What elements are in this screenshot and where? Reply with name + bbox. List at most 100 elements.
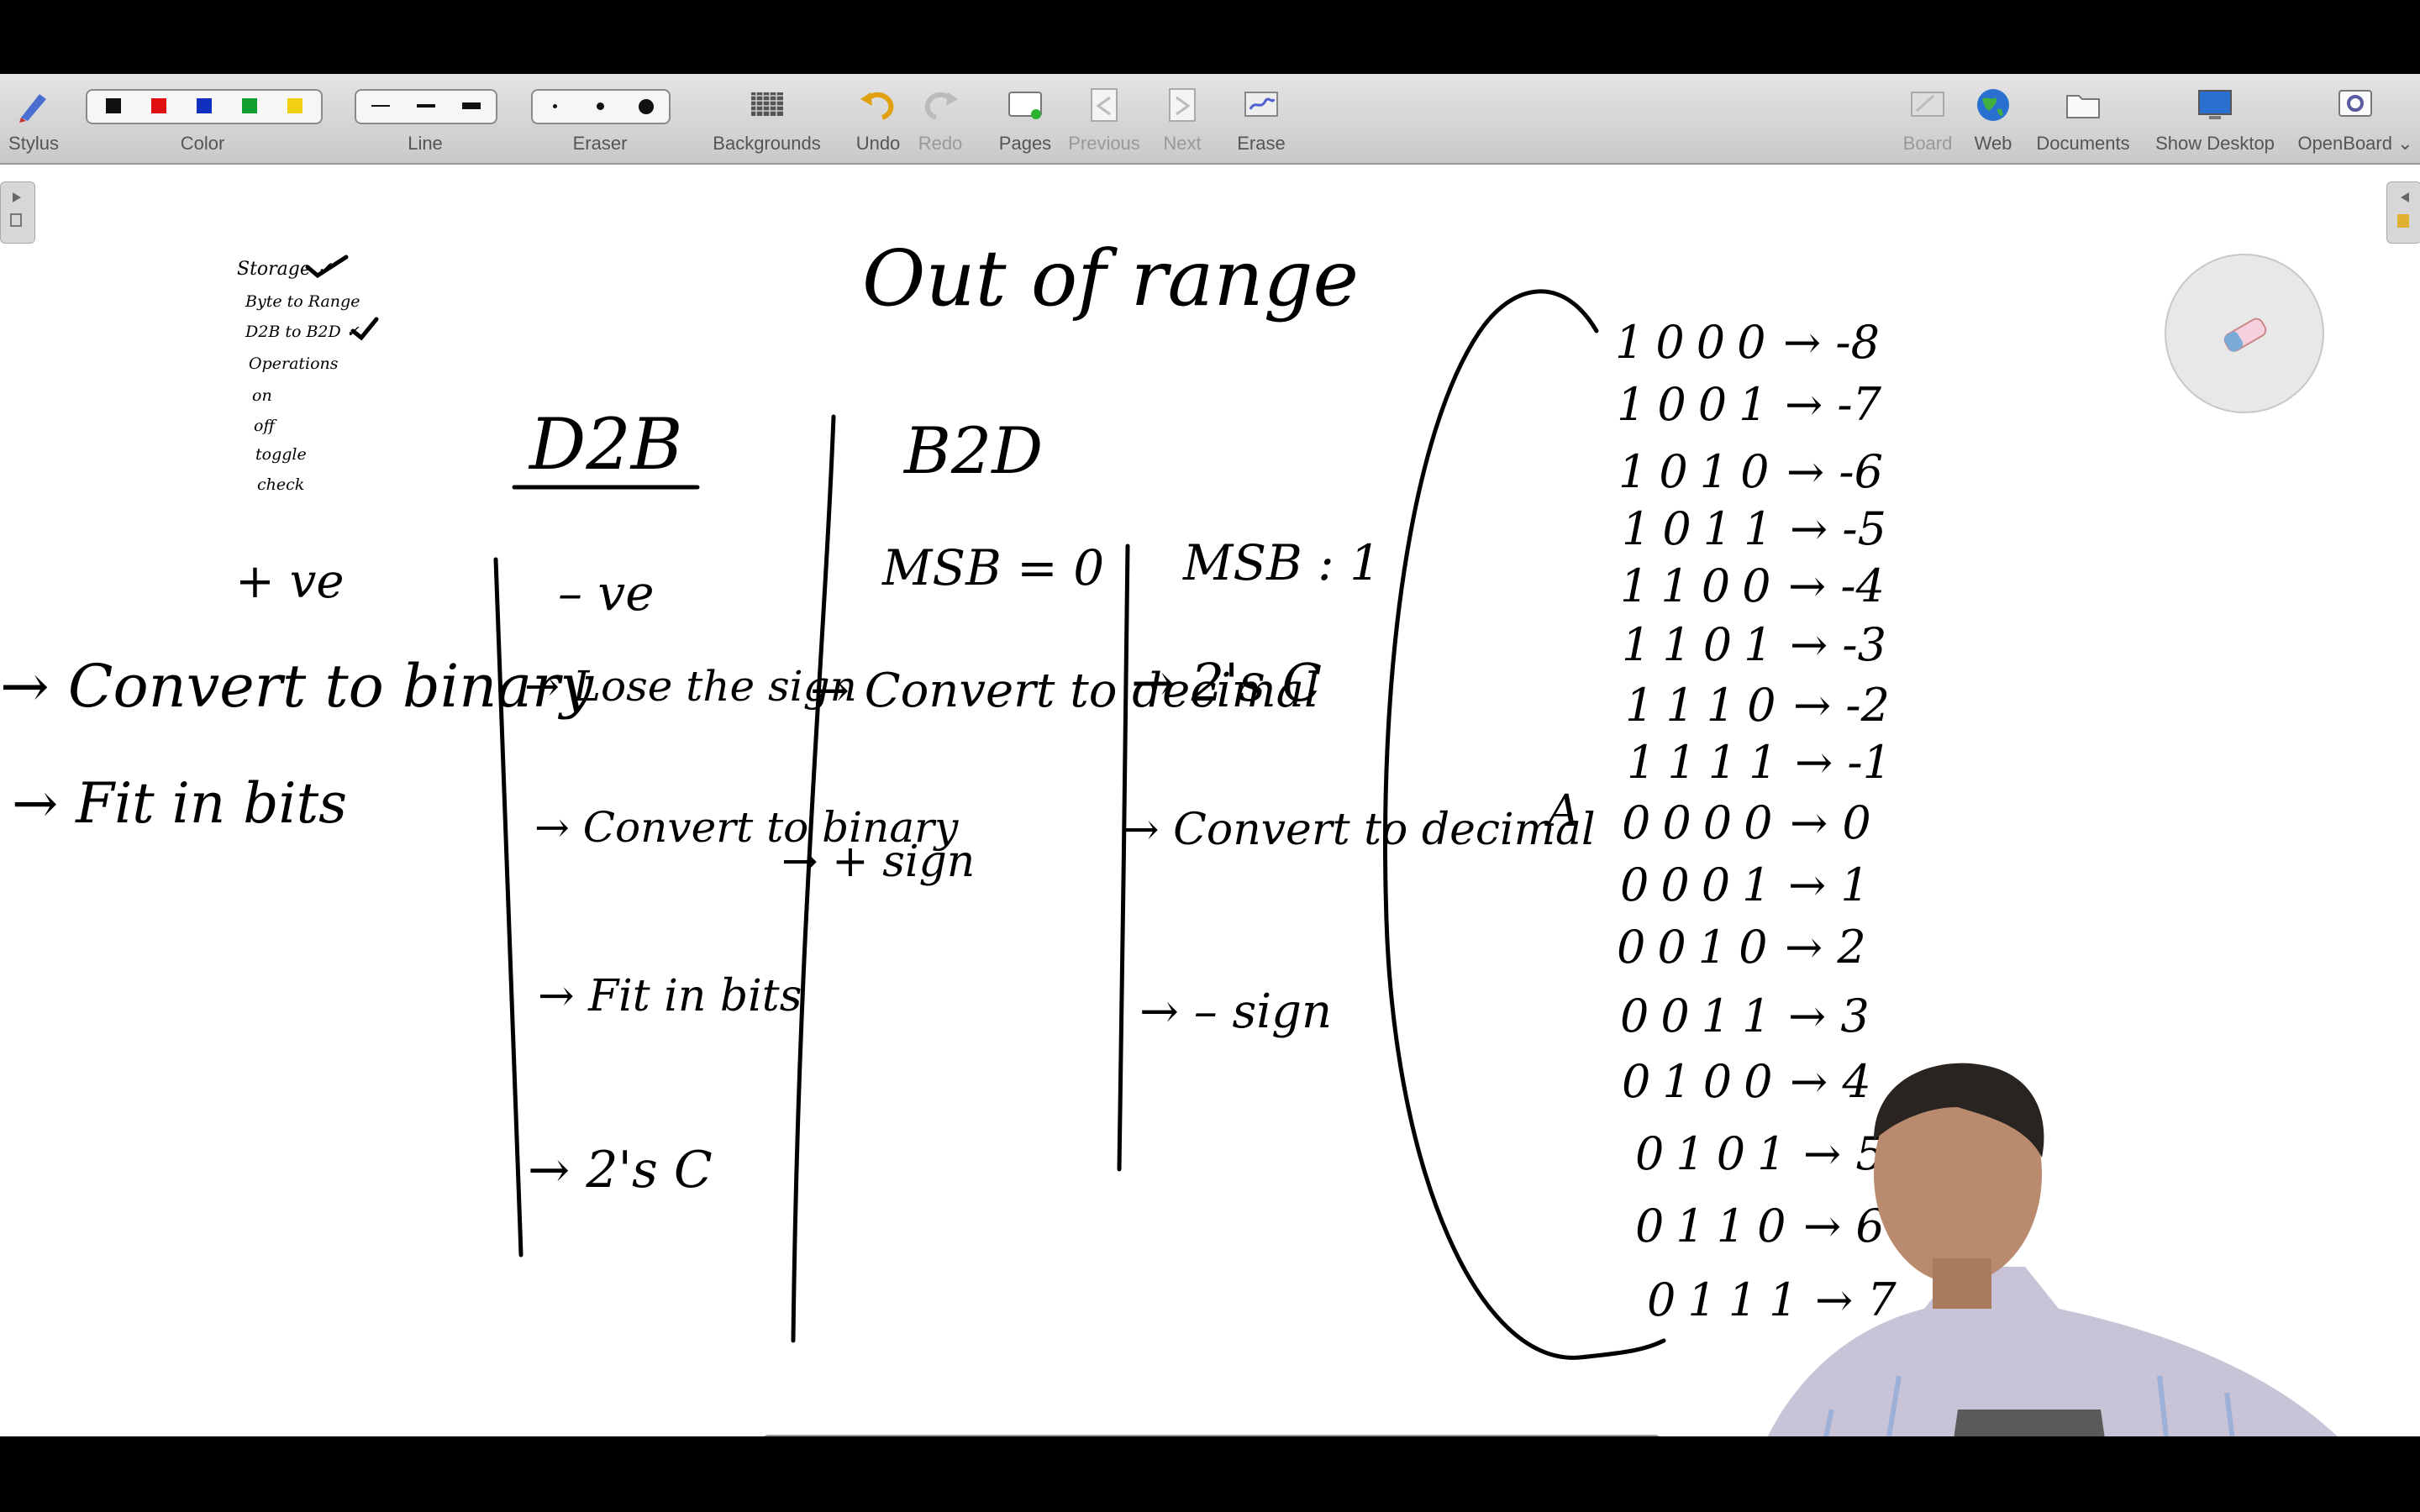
- heading-b2d: B2D: [904, 413, 1044, 488]
- range-table-bits: 1000: [1615, 316, 1778, 369]
- backgrounds-icon: [750, 92, 783, 116]
- line-label: Line: [408, 133, 443, 154]
- note-d2b-b2d: D2B to B2D ✓: [245, 323, 360, 341]
- range-table-value: → -8: [1783, 316, 1881, 369]
- eraser-large-option[interactable]: [639, 99, 654, 114]
- range-table-bits: 0011: [1620, 990, 1783, 1042]
- pages-button[interactable]: Pages: [992, 74, 1059, 163]
- whiteboard-canvas[interactable]: Storage ✓ Byte to Range D2B to B2D ✓ Ope…: [0, 165, 2420, 1436]
- range-table-bits: 1001: [1617, 378, 1780, 431]
- pages-label: Pages: [998, 133, 1052, 154]
- color-yellow-swatch[interactable]: [287, 98, 302, 113]
- note-operations: Operations: [249, 354, 339, 373]
- range-table-value: → -2: [1793, 679, 1891, 732]
- range-table-bits: 1010: [1618, 445, 1781, 498]
- color-green-swatch[interactable]: [242, 98, 257, 113]
- board-button[interactable]: Board: [1894, 74, 1961, 163]
- web-label: Web: [1974, 133, 2012, 154]
- range-table-bits: 0001: [1620, 858, 1783, 911]
- color-blue-swatch[interactable]: [197, 98, 212, 113]
- redo-button[interactable]: Redo: [913, 74, 968, 163]
- msb-one-heading: MSB : 1: [1183, 534, 1381, 591]
- msb-one-step-1: → 2's C: [1131, 652, 1323, 713]
- note-toggle: toggle: [255, 445, 307, 464]
- color-label: Color: [180, 133, 225, 154]
- note-byte-range: Byte to Range: [245, 292, 360, 311]
- main-toolbar: Stylus Color Line Eraser Backgrounds Und…: [0, 74, 2420, 165]
- openboard-menu-label: OpenBoard ⌄: [2297, 133, 2413, 154]
- next-label: Next: [1163, 133, 1202, 154]
- positive-step-1: → Convert to binary: [0, 652, 594, 721]
- eraser-small-option[interactable]: [553, 104, 557, 108]
- heading-d2b: D2B: [529, 403, 683, 486]
- range-table-value: → 3: [1788, 990, 1870, 1042]
- msb-column-divider: [1117, 543, 1130, 1172]
- openboard-menu-button[interactable]: OpenBoard ⌄: [2291, 74, 2420, 163]
- line-thick-option[interactable]: [462, 102, 481, 109]
- range-table-bits: 0010: [1617, 921, 1780, 974]
- note-off: off: [254, 417, 275, 435]
- msb-zero-heading: MSB = 0: [882, 539, 1105, 596]
- backgrounds-button[interactable]: Backgrounds: [706, 74, 828, 163]
- range-table-bits: 1110: [1625, 679, 1788, 732]
- msb-zero-step-2: → + sign: [781, 837, 976, 887]
- negative-step-3: → Fit in bits: [538, 971, 802, 1021]
- redo-label: Redo: [918, 133, 963, 154]
- documents-label: Documents: [2036, 133, 2130, 154]
- eraser-label: Eraser: [572, 133, 628, 154]
- pages-icon: [1008, 92, 1042, 119]
- webcam-overlay: [1767, 1063, 2338, 1436]
- show-desktop-button[interactable]: Show Desktop: [2146, 74, 2284, 163]
- previous-button[interactable]: Previous: [1064, 74, 1144, 163]
- stylus-button[interactable]: Stylus: [0, 74, 67, 163]
- documents-button[interactable]: Documents: [2028, 74, 2138, 163]
- msb-one-step-2: → Convert to decimal: [1123, 805, 1596, 855]
- line-thin-option[interactable]: [371, 105, 390, 107]
- eraser-medium-option[interactable]: [597, 102, 604, 110]
- range-table-bits: 1100: [1620, 559, 1783, 612]
- note-on: on: [252, 386, 272, 405]
- web-button[interactable]: Web: [1966, 74, 2020, 163]
- range-table-value: → -5: [1790, 502, 1887, 555]
- line-width-picker: [355, 89, 497, 124]
- desktop-icon: [2198, 90, 2232, 119]
- color-group: Color: [81, 74, 324, 163]
- range-table-value: → -4: [1788, 559, 1886, 612]
- board-icon: [1911, 92, 1944, 117]
- note-storage: Storage ✓: [237, 259, 333, 280]
- color-black-swatch[interactable]: [106, 98, 121, 113]
- line-group: Line: [351, 74, 499, 163]
- color-palette: [86, 89, 323, 124]
- undo-button[interactable]: Undo: [849, 74, 908, 163]
- range-table-value: → -7: [1785, 378, 1882, 431]
- range-table-value: → -6: [1786, 445, 1884, 498]
- stylus-label: Stylus: [8, 133, 59, 154]
- undo-icon: [860, 92, 894, 120]
- undo-label: Undo: [855, 133, 901, 154]
- erase-board-icon: [1244, 92, 1278, 117]
- eraser-group: Eraser: [528, 74, 672, 163]
- openboard-window: Stylus Color Line Eraser Backgrounds Und…: [0, 74, 2420, 1436]
- star-marker: A: [1548, 786, 1580, 837]
- positive-step-2: → Fit in bits: [12, 771, 348, 836]
- range-table-value: → 1: [1788, 858, 1870, 911]
- range-table-value: → -3: [1790, 618, 1887, 671]
- line-medium-option[interactable]: [417, 104, 435, 108]
- board-label: Board: [1902, 133, 1953, 154]
- erase-button[interactable]: Erase: [1232, 74, 1291, 163]
- folder-icon: [2066, 95, 2100, 118]
- msb-one-step-3: → – sign: [1139, 984, 1333, 1039]
- color-red-swatch[interactable]: [151, 98, 166, 113]
- floating-tool-palette: AI: [760, 1435, 1663, 1436]
- eraser-icon: [2223, 318, 2267, 352]
- next-button[interactable]: Next: [1153, 74, 1212, 163]
- previous-page-icon: [1091, 88, 1118, 122]
- stylus-icon: [19, 94, 46, 123]
- next-page-icon: [1169, 88, 1196, 122]
- eraser-cursor: [2165, 254, 2324, 413]
- settings-gear-icon: [2338, 90, 2372, 117]
- erase-label: Erase: [1237, 133, 1286, 154]
- redo-icon: [924, 92, 958, 120]
- range-table-value: → -1: [1795, 736, 1892, 789]
- range-table-bits: 0000: [1622, 796, 1785, 849]
